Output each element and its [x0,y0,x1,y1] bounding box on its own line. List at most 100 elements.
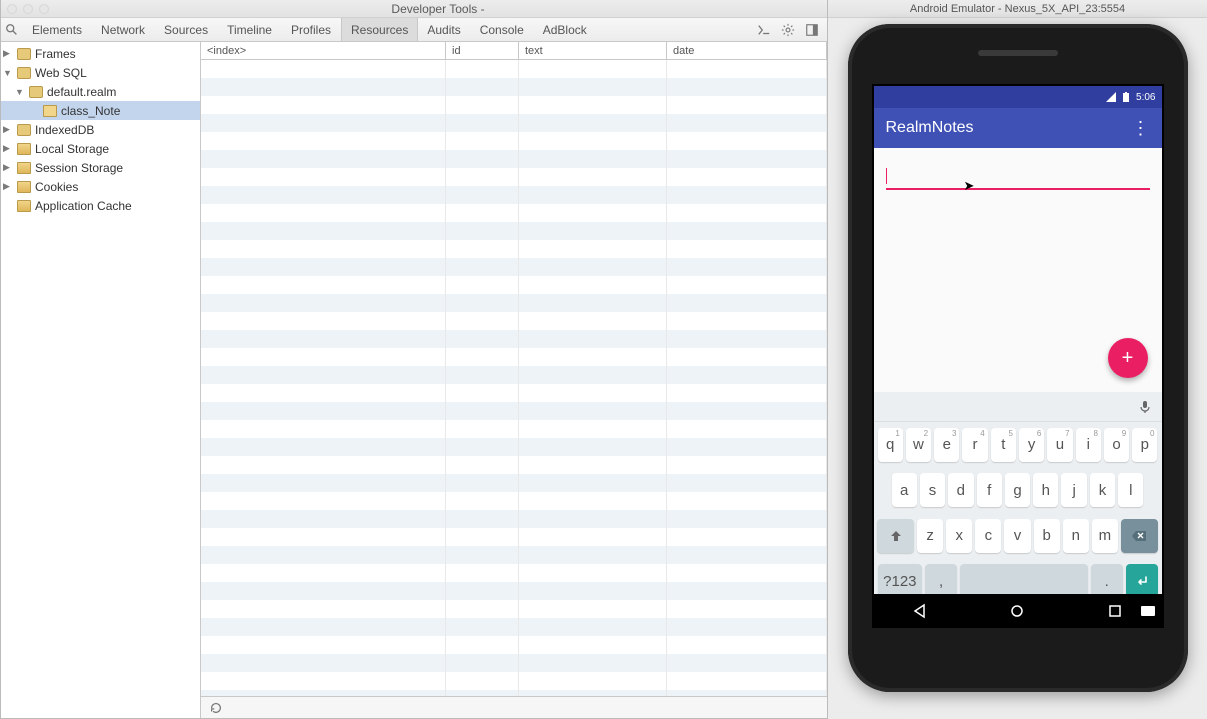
key-f[interactable]: f [977,473,1002,507]
note-input[interactable]: ➤ [886,166,1150,190]
key-w[interactable]: w2 [906,428,931,462]
nav-keyboard-icon[interactable] [1140,605,1156,617]
table-row[interactable] [201,402,827,420]
console-toggle-icon[interactable] [757,23,771,37]
key-g[interactable]: g [1005,473,1030,507]
key-u[interactable]: u7 [1047,428,1072,462]
table-row[interactable] [201,654,827,672]
key-j[interactable]: j [1061,473,1086,507]
sidebar-item-websql[interactable]: ▼ Web SQL [1,63,200,82]
sidebar-item-cookies[interactable]: ▶ Cookies [1,177,200,196]
minimize-window-button[interactable] [23,4,33,14]
table-row[interactable] [201,258,827,276]
col-header-date[interactable]: date [667,42,827,59]
grid-body[interactable] [201,60,827,696]
sidebar-item-realm-db[interactable]: ▼ default.realm [1,82,200,101]
table-row[interactable] [201,168,827,186]
gear-icon[interactable] [781,23,795,37]
key-x[interactable]: x [946,519,972,553]
nav-home-icon[interactable] [1009,603,1025,619]
key-shift[interactable] [877,519,914,553]
key-e[interactable]: e3 [934,428,959,462]
table-row[interactable] [201,366,827,384]
key-i[interactable]: i8 [1076,428,1101,462]
col-header-id[interactable]: id [446,42,519,59]
table-row[interactable] [201,456,827,474]
refresh-icon[interactable] [209,701,223,715]
table-row[interactable] [201,690,827,696]
table-row[interactable] [201,186,827,204]
dock-icon[interactable] [805,23,819,37]
nav-back-icon[interactable] [912,603,928,619]
table-row[interactable] [201,78,827,96]
key-h[interactable]: h [1033,473,1058,507]
tab-network[interactable]: Network [92,18,155,41]
sidebar-item-local-storage[interactable]: ▶ Local Storage [1,139,200,158]
sidebar-item-appcache[interactable]: Application Cache [1,196,200,215]
table-row[interactable] [201,132,827,150]
key-y[interactable]: y6 [1019,428,1044,462]
table-row[interactable] [201,240,827,258]
table-row[interactable] [201,204,827,222]
sidebar-item-indexeddb[interactable]: ▶ IndexedDB [1,120,200,139]
col-header-text[interactable]: text [519,42,667,59]
table-row[interactable] [201,348,827,366]
tab-profiles[interactable]: Profiles [282,18,341,41]
tab-console[interactable]: Console [471,18,534,41]
table-row[interactable] [201,564,827,582]
table-row[interactable] [201,96,827,114]
key-z[interactable]: z [917,519,943,553]
sidebar-item-session-storage[interactable]: ▶ Session Storage [1,158,200,177]
table-row[interactable] [201,150,827,168]
table-row[interactable] [201,330,827,348]
key-r[interactable]: r4 [962,428,987,462]
sidebar-item-class-note[interactable]: class_Note [1,101,200,120]
key-c[interactable]: c [975,519,1001,553]
search-icon[interactable] [1,18,23,41]
table-row[interactable] [201,600,827,618]
table-row[interactable] [201,636,827,654]
table-row[interactable] [201,384,827,402]
tab-elements[interactable]: Elements [23,18,92,41]
key-v[interactable]: v [1004,519,1030,553]
key-a[interactable]: a [892,473,917,507]
table-row[interactable] [201,492,827,510]
overflow-menu-icon[interactable]: ⋮ [1132,118,1150,139]
key-t[interactable]: t5 [991,428,1016,462]
table-row[interactable] [201,60,827,78]
table-row[interactable] [201,294,827,312]
key-p[interactable]: p0 [1132,428,1157,462]
nav-recents-icon[interactable] [1107,603,1123,619]
tab-adblock[interactable]: AdBlock [534,18,597,41]
key-q[interactable]: q1 [878,428,903,462]
table-row[interactable] [201,114,827,132]
key-m[interactable]: m [1092,519,1118,553]
table-row[interactable] [201,528,827,546]
zoom-window-button[interactable] [39,4,49,14]
table-row[interactable] [201,582,827,600]
table-row[interactable] [201,420,827,438]
key-o[interactable]: o9 [1104,428,1129,462]
key-s[interactable]: s [920,473,945,507]
tab-resources[interactable]: Resources [341,18,418,41]
table-row[interactable] [201,312,827,330]
tab-audits[interactable]: Audits [418,18,470,41]
mic-icon[interactable] [1138,400,1152,414]
col-header-index[interactable]: <index> [201,42,446,59]
table-row[interactable] [201,546,827,564]
table-row[interactable] [201,222,827,240]
sidebar-item-frames[interactable]: ▶ Frames [1,44,200,63]
table-row[interactable] [201,276,827,294]
key-b[interactable]: b [1034,519,1060,553]
close-window-button[interactable] [7,4,17,14]
table-row[interactable] [201,510,827,528]
key-d[interactable]: d [948,473,973,507]
table-row[interactable] [201,618,827,636]
key-backspace[interactable] [1121,519,1158,553]
table-row[interactable] [201,672,827,690]
table-row[interactable] [201,474,827,492]
tab-timeline[interactable]: Timeline [218,18,282,41]
tab-sources[interactable]: Sources [155,18,218,41]
key-k[interactable]: k [1090,473,1115,507]
table-row[interactable] [201,438,827,456]
